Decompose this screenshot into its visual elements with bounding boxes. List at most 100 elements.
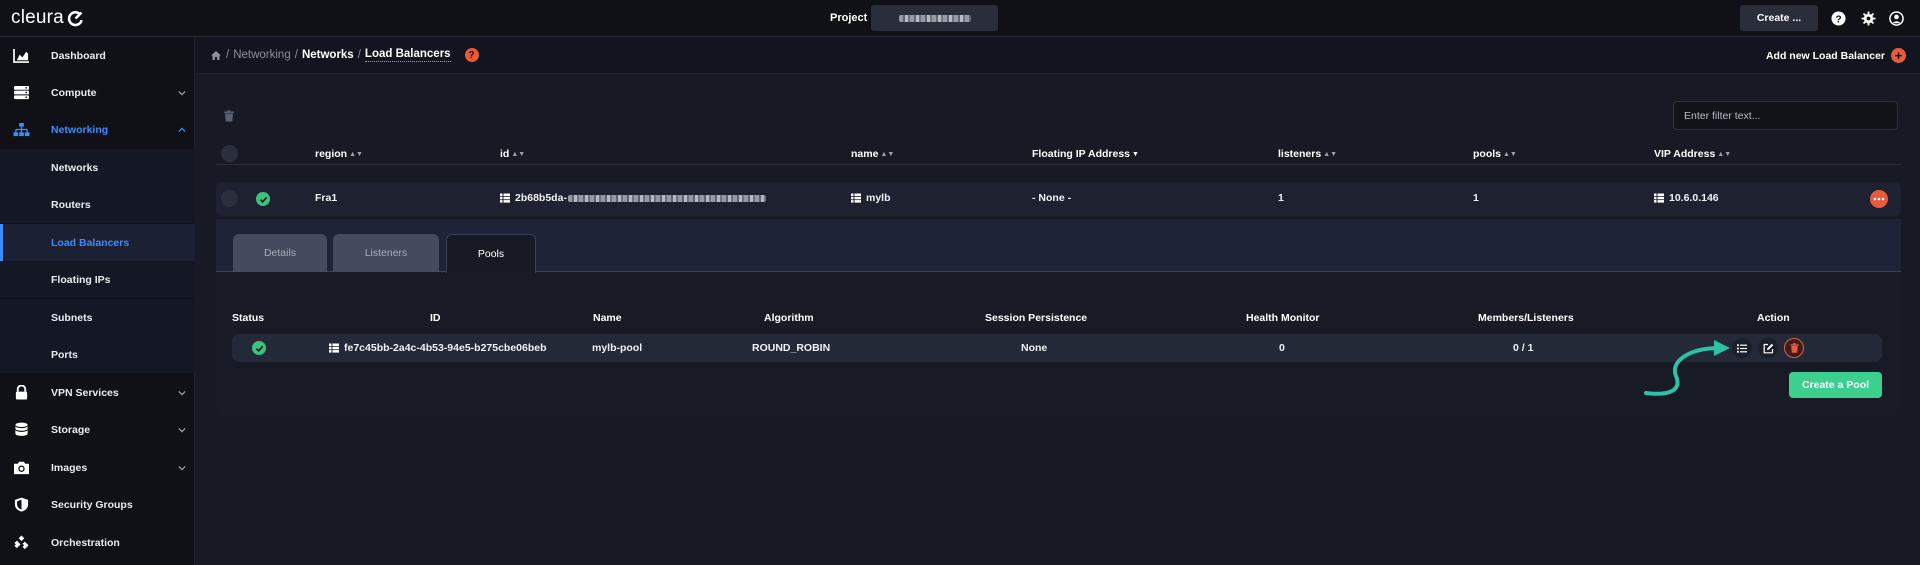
column-header-label: name [851, 148, 879, 160]
select-all-checkbox[interactable] [221, 145, 238, 162]
sidebar-item-images[interactable]: Images [0, 449, 195, 486]
sidebar-item-security-groups[interactable]: Security Groups [0, 486, 195, 523]
sort-icon: ▲▼ [511, 150, 526, 158]
sidebar-item-label: Compute [51, 86, 97, 99]
vip-cell[interactable]: 10.6.0.146 [1654, 192, 1719, 204]
pools-header-algorithm: Algorithm [764, 312, 814, 324]
trash-icon[interactable] [223, 110, 235, 122]
tab-details[interactable]: Details [233, 234, 327, 272]
column-header-label: region [315, 148, 348, 160]
id-cell[interactable]: 2b68b5da- [500, 192, 766, 204]
pools-header-id: ID [430, 312, 441, 324]
list-icon [1654, 193, 1664, 203]
sitemap-icon [13, 122, 30, 137]
pool-edit-button[interactable] [1758, 338, 1778, 358]
redacted-id [567, 194, 766, 202]
id-prefix: 2b68b5da- [515, 192, 567, 204]
sort-icon: ▲▼ [1717, 150, 1732, 158]
column-header-vip[interactable]: VIP Address ▲▼ [1654, 148, 1731, 160]
edit-icon [1763, 343, 1773, 353]
column-header-label: VIP Address [1654, 148, 1716, 160]
column-header-floating-ip[interactable]: Floating IP Address ▼ [1032, 148, 1139, 160]
sort-icon: ▲▼ [349, 150, 363, 158]
gear-icon[interactable] [1861, 11, 1876, 26]
sidebar-subitem-ports[interactable]: Ports [0, 336, 195, 373]
project-select[interactable] [871, 5, 998, 31]
cleura-logo[interactable]: cleura [11, 5, 84, 31]
chevron-down-icon [178, 427, 186, 433]
sidebar-subitem-networks[interactable]: Networks [0, 149, 195, 186]
chevron-up-icon [178, 127, 186, 133]
breadcrumb-separator: / [226, 49, 230, 61]
sort-icon: ▲▼ [880, 150, 895, 158]
content-header: / Networking / Networks / Load Balancers… [196, 37, 1920, 74]
pools-header-session-persistence: Session Persistence [985, 312, 1088, 324]
create-pool-button[interactable]: Create a Pool [1789, 372, 1882, 398]
sort-icon: ▲▼ [1503, 150, 1517, 158]
ellipsis-icon [1873, 197, 1885, 201]
breadcrumb: / Networking / Networks / Load Balancers… [210, 48, 479, 62]
trash-icon [1790, 343, 1798, 353]
column-header-listeners[interactable]: listeners ▲▼ [1278, 148, 1337, 160]
user-account-icon[interactable] [1889, 11, 1904, 26]
sidebar-item-compute[interactable]: Compute [0, 74, 195, 111]
sidebar-subitem-label: Routers [51, 198, 91, 211]
brand-name: cleura [11, 7, 64, 28]
sidebar-item-networking[interactable]: Networking [0, 111, 195, 148]
tab-listeners[interactable]: Listeners [333, 234, 439, 272]
vip-value: 10.6.0.146 [1669, 192, 1719, 204]
home-icon[interactable] [210, 50, 222, 61]
sidebar-item-storage[interactable]: Storage [0, 411, 195, 448]
column-header-label: listeners [1278, 148, 1322, 160]
breadcrumb-networking[interactable]: Networking [233, 49, 291, 61]
more-actions-button[interactable] [1870, 190, 1888, 208]
row-checkbox[interactable] [221, 190, 238, 207]
chart-area-icon [13, 48, 29, 63]
listeners-cell: 1 [1278, 192, 1284, 204]
column-header-label: pools [1473, 148, 1501, 160]
sidebar-item-label: Orchestration [51, 536, 120, 549]
sort-icon: ▲▼ [1323, 150, 1338, 158]
column-header-pools[interactable]: pools ▲▼ [1473, 148, 1517, 160]
name-cell[interactable]: mylb [851, 192, 891, 204]
pool-delete-button[interactable] [1784, 338, 1804, 358]
help-icon[interactable]: ? [1831, 11, 1846, 26]
sidebar-subitem-floating-ips[interactable]: Floating IPs [0, 261, 195, 298]
column-header-id[interactable]: id ▲▼ [500, 148, 525, 160]
filter-input[interactable] [1673, 101, 1898, 130]
sidebar-subitem-label: Floating IPs [51, 273, 111, 286]
sidebar-subitem-subnets[interactable]: Subnets [0, 299, 195, 336]
tab-pools[interactable]: Pools [446, 234, 536, 273]
pool-id-cell[interactable]: fe7c45bb-2a4c-4b53-94e5-b275cbe06beb [329, 342, 547, 354]
sidebar-subitem-routers[interactable]: Routers [0, 186, 195, 223]
column-header-region[interactable]: region ▲▼ [315, 148, 363, 160]
sidebar-item-label: Networking [51, 123, 109, 136]
top-bar: cleura Project Create ... ? [0, 0, 1920, 37]
table-row[interactable]: Fra1 2b68b5da- mylb - None - 1 1 10.6.0.… [216, 182, 1901, 216]
region-cell: Fra1 [315, 192, 338, 204]
sidebar-item-dashboard[interactable]: Dashboard [0, 37, 195, 74]
sidebar-item-vpn-services[interactable]: VPN Services [0, 374, 195, 411]
list-icon [329, 343, 339, 353]
sidebar-subitem-load-balancers[interactable]: Load Balancers [0, 224, 195, 261]
chevron-down-icon [178, 90, 186, 96]
pools-header-members-listeners: Members/Listeners [1478, 312, 1574, 324]
sidebar-item-orchestration[interactable]: Orchestration [0, 524, 195, 561]
sidebar-item-label: Images [51, 461, 88, 474]
pool-algorithm-cell: ROUND_ROBIN [752, 342, 831, 354]
question-circle-icon[interactable]: ? [464, 48, 479, 62]
pools-header-name: Name [593, 312, 622, 324]
pools-cell: 1 [1473, 192, 1479, 204]
create-menu-button[interactable]: Create ... [1740, 5, 1818, 31]
column-header-label: id [500, 148, 510, 160]
pools-header-status: Status [232, 312, 265, 324]
status-ok-icon [256, 192, 270, 206]
sidebar-item-label: VPN Services [51, 386, 119, 399]
breadcrumb-networks[interactable]: Networks [302, 49, 354, 61]
floating-ip-cell: - None - [1032, 192, 1072, 204]
sidebar-subitem-label: Load Balancers [51, 236, 130, 249]
add-new-load-balancer-button[interactable]: Add new Load Balancer + [1766, 48, 1906, 63]
pool-row[interactable]: fe7c45bb-2a4c-4b53-94e5-b275cbe06beb myl… [232, 334, 1882, 362]
sidebar-subitem-label: Ports [51, 348, 78, 361]
column-header-name[interactable]: name ▲▼ [851, 148, 894, 160]
